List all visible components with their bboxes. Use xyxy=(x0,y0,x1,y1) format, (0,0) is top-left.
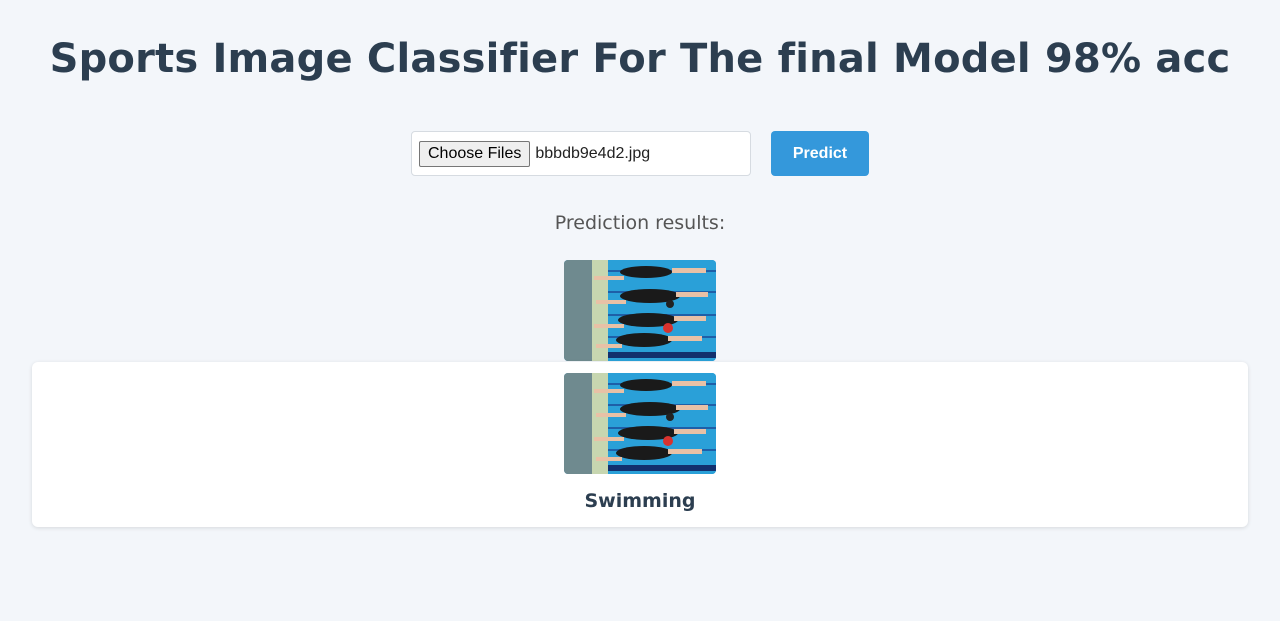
uploaded-image-preview xyxy=(564,260,716,361)
result-image xyxy=(564,373,716,474)
result-card: Swimming xyxy=(32,362,1248,527)
choose-files-button[interactable]: Choose Files xyxy=(419,140,531,167)
page: Sports Image Classifier For The final Mo… xyxy=(0,0,1280,621)
selected-file-name: bbbdb9e4d2.jpg xyxy=(535,144,651,162)
page-title: Sports Image Classifier For The final Mo… xyxy=(49,36,1231,82)
predicted-class-label: Swimming xyxy=(584,490,696,512)
predict-button[interactable]: Predict xyxy=(771,131,869,176)
file-input[interactable]: Choose Files bbbdb9e4d2.jpg xyxy=(411,131,751,176)
results-heading: Prediction results: xyxy=(554,212,726,234)
